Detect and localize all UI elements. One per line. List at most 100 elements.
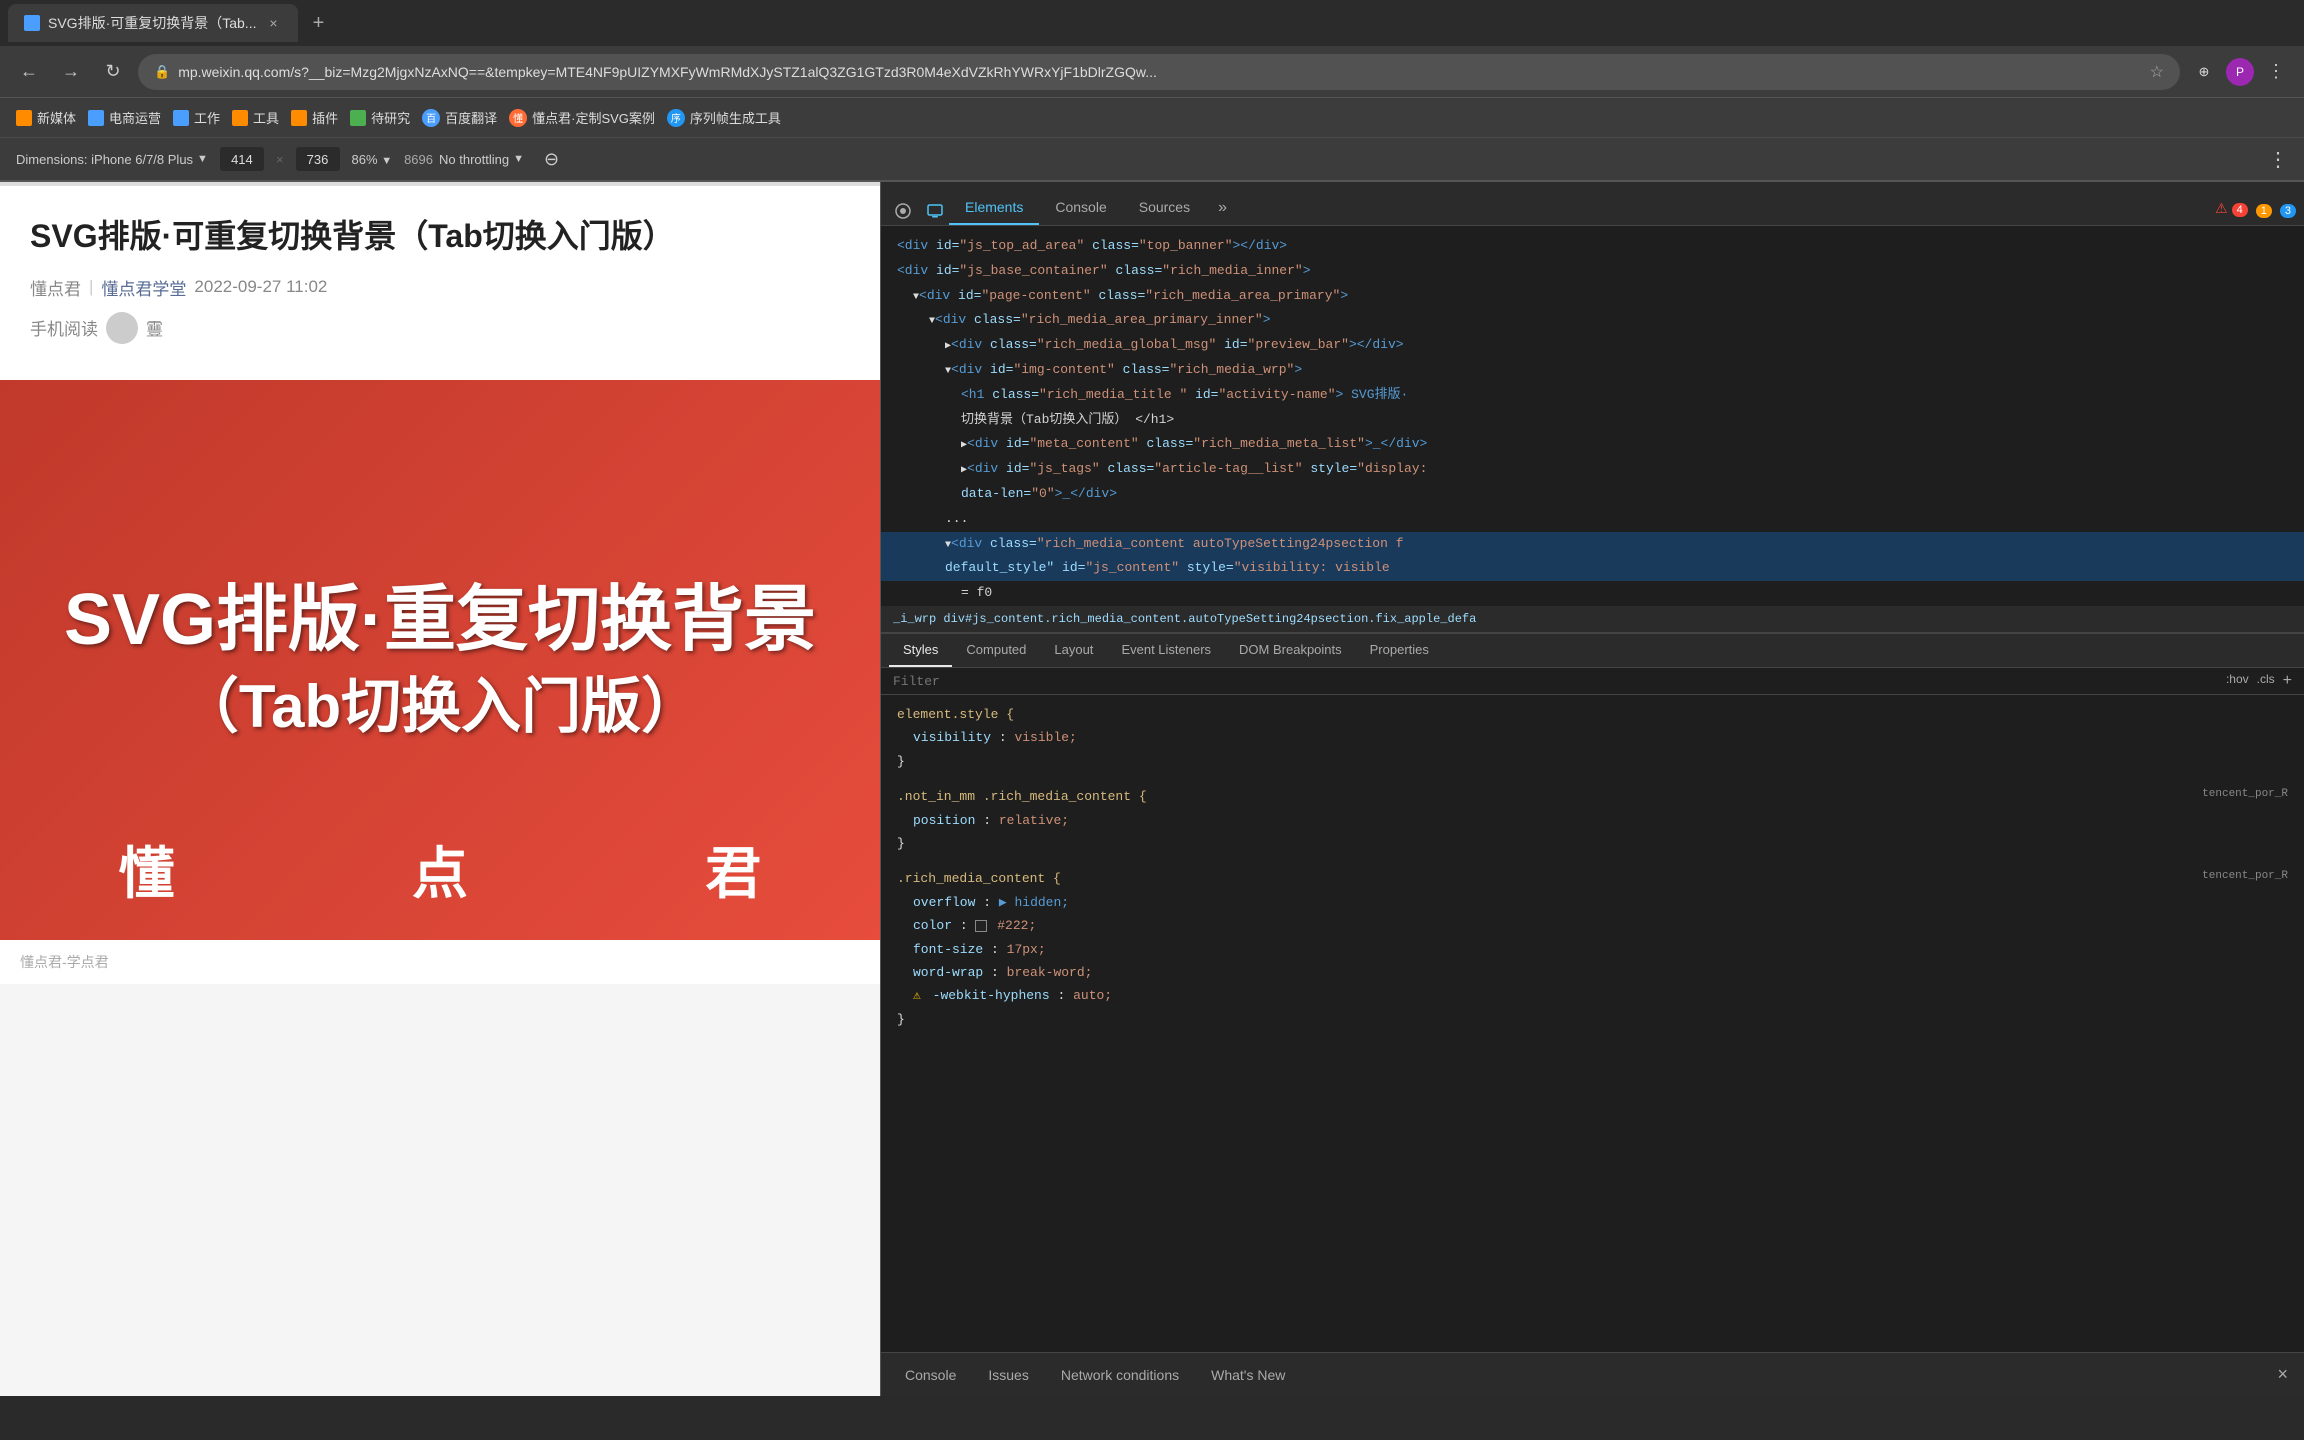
mobile-preview: SVG排版·可重复切换背景（Tab切换入门版） 懂点君 | 懂点君学堂 2022… xyxy=(0,182,880,1396)
css-property-line[interactable]: visibility : visible; xyxy=(897,726,2288,749)
css-rules-panel[interactable]: element.style { visibility : visible; } … xyxy=(881,695,2304,1352)
dom-tag: <div id="meta_content" class="rich_media… xyxy=(967,436,1427,451)
tab-styles[interactable]: Styles xyxy=(889,634,952,667)
article-title: SVG排版·可重复切换背景（Tab切换入门版） xyxy=(30,214,850,259)
css-selector-line[interactable]: element.style { xyxy=(897,703,2288,726)
height-input[interactable] xyxy=(296,147,340,171)
zoom-dropdown-icon: ▼ xyxy=(381,155,392,167)
dimension-separator: × xyxy=(276,152,284,167)
dom-line[interactable]: ... xyxy=(881,507,2304,532)
tab-sources[interactable]: Sources xyxy=(1123,191,1206,225)
warning-icon: ⚠ xyxy=(913,988,921,1003)
dom-line[interactable]: <h1 class="rich_media_title " id="activi… xyxy=(881,383,2304,408)
dom-line[interactable]: ▼<div id="img-content" class="rich_media… xyxy=(881,358,2304,383)
dom-tag: <div id="page-content" class="rich_media… xyxy=(919,288,1348,303)
bookmark-dongdianjun[interactable]: 懂 懂点君·定制SVG案例 xyxy=(509,108,655,127)
bottom-tab-issues[interactable]: Issues xyxy=(980,1363,1036,1387)
dom-line[interactable]: default_style" id="js_content" style="vi… xyxy=(881,556,2304,581)
dom-line[interactable]: data-len="0">_</div> xyxy=(881,482,2304,507)
forward-button[interactable]: → xyxy=(54,55,88,89)
dom-line[interactable]: <div id="js_base_container" class="rich_… xyxy=(881,259,2304,284)
tab-layout[interactable]: Layout xyxy=(1040,634,1107,667)
dom-line[interactable]: ▶<div class="rich_media_global_msg" id="… xyxy=(881,333,2304,358)
bookmark-chajian[interactable]: 插件 xyxy=(291,108,338,127)
dom-line[interactable]: <div id="js_top_ad_area" class="top_bann… xyxy=(881,234,2304,259)
css-selector-line[interactable]: .not_in_mm .rich_media_content { tencent… xyxy=(897,785,2288,808)
zoom-value: 86% xyxy=(352,152,378,167)
css-close-brace: } xyxy=(897,750,2288,773)
bookmark-xulizheng[interactable]: 序 序列帧生成工具 xyxy=(667,108,781,127)
class-filter[interactable]: .cls xyxy=(2257,672,2275,690)
filter-input[interactable] xyxy=(893,674,2218,689)
read-avatar xyxy=(106,312,138,344)
main-area: SVG排版·可重复切换背景（Tab切换入门版） 懂点君 | 懂点君学堂 2022… xyxy=(0,182,2304,1396)
add-style[interactable]: + xyxy=(2283,672,2292,690)
css-selector-line[interactable]: .rich_media_content { tencent_por_R xyxy=(897,867,2288,890)
bookmark-daiyanjiu[interactable]: 待研究 xyxy=(350,108,410,127)
devtools-more-tabs[interactable]: » xyxy=(1206,191,1239,225)
css-value: 17px; xyxy=(1007,942,1046,957)
dom-line[interactable]: ▼<div class="rich_media_area_primary_inn… xyxy=(881,308,2304,333)
bookmark-dianshangyunying[interactable]: 电商运营 xyxy=(88,108,161,127)
zoom-selector[interactable]: 86% ▼ xyxy=(352,152,393,167)
dom-breadcrumb: _i_wrp div#js_content.rich_media_content… xyxy=(881,606,2304,633)
tab-close-button[interactable]: × xyxy=(264,14,282,32)
css-prop: visibility xyxy=(913,730,991,745)
bottom-tab-network-conditions[interactable]: Network conditions xyxy=(1053,1363,1187,1387)
address-bar[interactable]: 🔒 mp.weixin.qq.com/s?__biz=Mzg2MjgxNzAxN… xyxy=(138,54,2180,90)
width-input[interactable] xyxy=(220,147,264,171)
error-badge: ⚠ 4 xyxy=(2215,200,2248,217)
dom-line[interactable]: = f0 xyxy=(881,581,2304,606)
device-toggle-button[interactable] xyxy=(921,197,949,225)
dom-line[interactable]: ▼<div id="page-content" class="rich_medi… xyxy=(881,284,2304,309)
menu-button[interactable]: ⋮ xyxy=(2260,56,2292,88)
bookmark-baidu-fanyi[interactable]: 百 百度翻译 xyxy=(422,108,497,127)
device-selector[interactable]: Dimensions: iPhone 6/7/8 Plus ▼ xyxy=(16,152,208,167)
back-button[interactable]: ← xyxy=(12,55,46,89)
css-value: ▶ hidden; xyxy=(999,895,1069,910)
bottom-close-button[interactable]: × xyxy=(2277,1364,2288,1385)
css-property-line[interactable]: overflow : ▶ hidden; xyxy=(897,891,2288,914)
author-label[interactable]: 懂点君学堂 xyxy=(101,275,186,300)
profile-button[interactable]: P xyxy=(2226,58,2254,86)
more-options-button[interactable]: ⋮ xyxy=(2268,147,2288,172)
bookmark-xin-meiti[interactable]: 新媒体 xyxy=(16,108,76,127)
bottom-tab-console[interactable]: Console xyxy=(897,1363,964,1387)
bottom-tab-whats-new[interactable]: What's New xyxy=(1203,1363,1293,1387)
bookmark-gongju[interactable]: 工具 xyxy=(232,108,279,127)
inspect-element-button[interactable] xyxy=(889,197,917,225)
refresh-button[interactable]: ↻ xyxy=(96,55,130,89)
css-property-line[interactable]: ⚠ -webkit-hyphens : auto; xyxy=(897,984,2288,1007)
dom-line[interactable]: 切换背景（Tab切换入门版） </h1> xyxy=(881,408,2304,433)
tab-computed[interactable]: Computed xyxy=(952,634,1040,667)
error-count: 4 xyxy=(2232,203,2248,217)
css-property-line[interactable]: position : relative; xyxy=(897,809,2288,832)
css-property-line[interactable]: color : #222; xyxy=(897,914,2288,937)
rotate-button[interactable]: ⊖ xyxy=(544,149,559,170)
tab-console[interactable]: Console xyxy=(1039,191,1122,225)
bookmark-label: 待研究 xyxy=(371,108,410,127)
dom-tree[interactable]: <div id="js_top_ad_area" class="top_bann… xyxy=(881,226,2304,606)
bookmark-star[interactable]: ☆ xyxy=(2150,62,2164,82)
bookmark-gongzuo[interactable]: 工作 xyxy=(173,108,220,127)
hover-filter[interactable]: :hov xyxy=(2226,672,2249,690)
mobile-frame[interactable]: SVG排版·可重复切换背景（Tab切换入门版） 懂点君 | 懂点君学堂 2022… xyxy=(0,186,880,1396)
device-toolbar: Dimensions: iPhone 6/7/8 Plus ▼ × 86% ▼ … xyxy=(0,138,2304,182)
dom-line[interactable]: ▶<div id="meta_content" class="rich_medi… xyxy=(881,432,2304,457)
dom-tag: <div id="img-content" class="rich_media_… xyxy=(951,362,1302,377)
active-tab[interactable]: SVG排版·可重复切换背景（Tab... × xyxy=(8,4,298,42)
tab-event-listeners[interactable]: Event Listeners xyxy=(1107,634,1225,667)
dom-line-selected[interactable]: ▼<div class="rich_media_content autoType… xyxy=(881,532,2304,557)
extensions-button[interactable]: ⊕ xyxy=(2188,56,2220,88)
css-prop: -webkit-hyphens xyxy=(933,988,1050,1003)
caption-text: 懂点君-学点君 xyxy=(20,954,109,970)
tab-dom-breakpoints[interactable]: DOM Breakpoints xyxy=(1225,634,1356,667)
image-subtitle: （Tab切换入门版） xyxy=(64,668,816,746)
throttle-selector[interactable]: 8696 No throttling ▼ xyxy=(404,152,524,167)
tab-properties[interactable]: Properties xyxy=(1356,634,1443,667)
css-property-line[interactable]: font-size : 17px; xyxy=(897,938,2288,961)
dom-line[interactable]: ▶<div id="js_tags" class="article-tag__l… xyxy=(881,457,2304,482)
new-tab-button[interactable]: + xyxy=(302,7,334,39)
tab-elements[interactable]: Elements xyxy=(949,191,1039,225)
css-property-line[interactable]: word-wrap : break-word; xyxy=(897,961,2288,984)
